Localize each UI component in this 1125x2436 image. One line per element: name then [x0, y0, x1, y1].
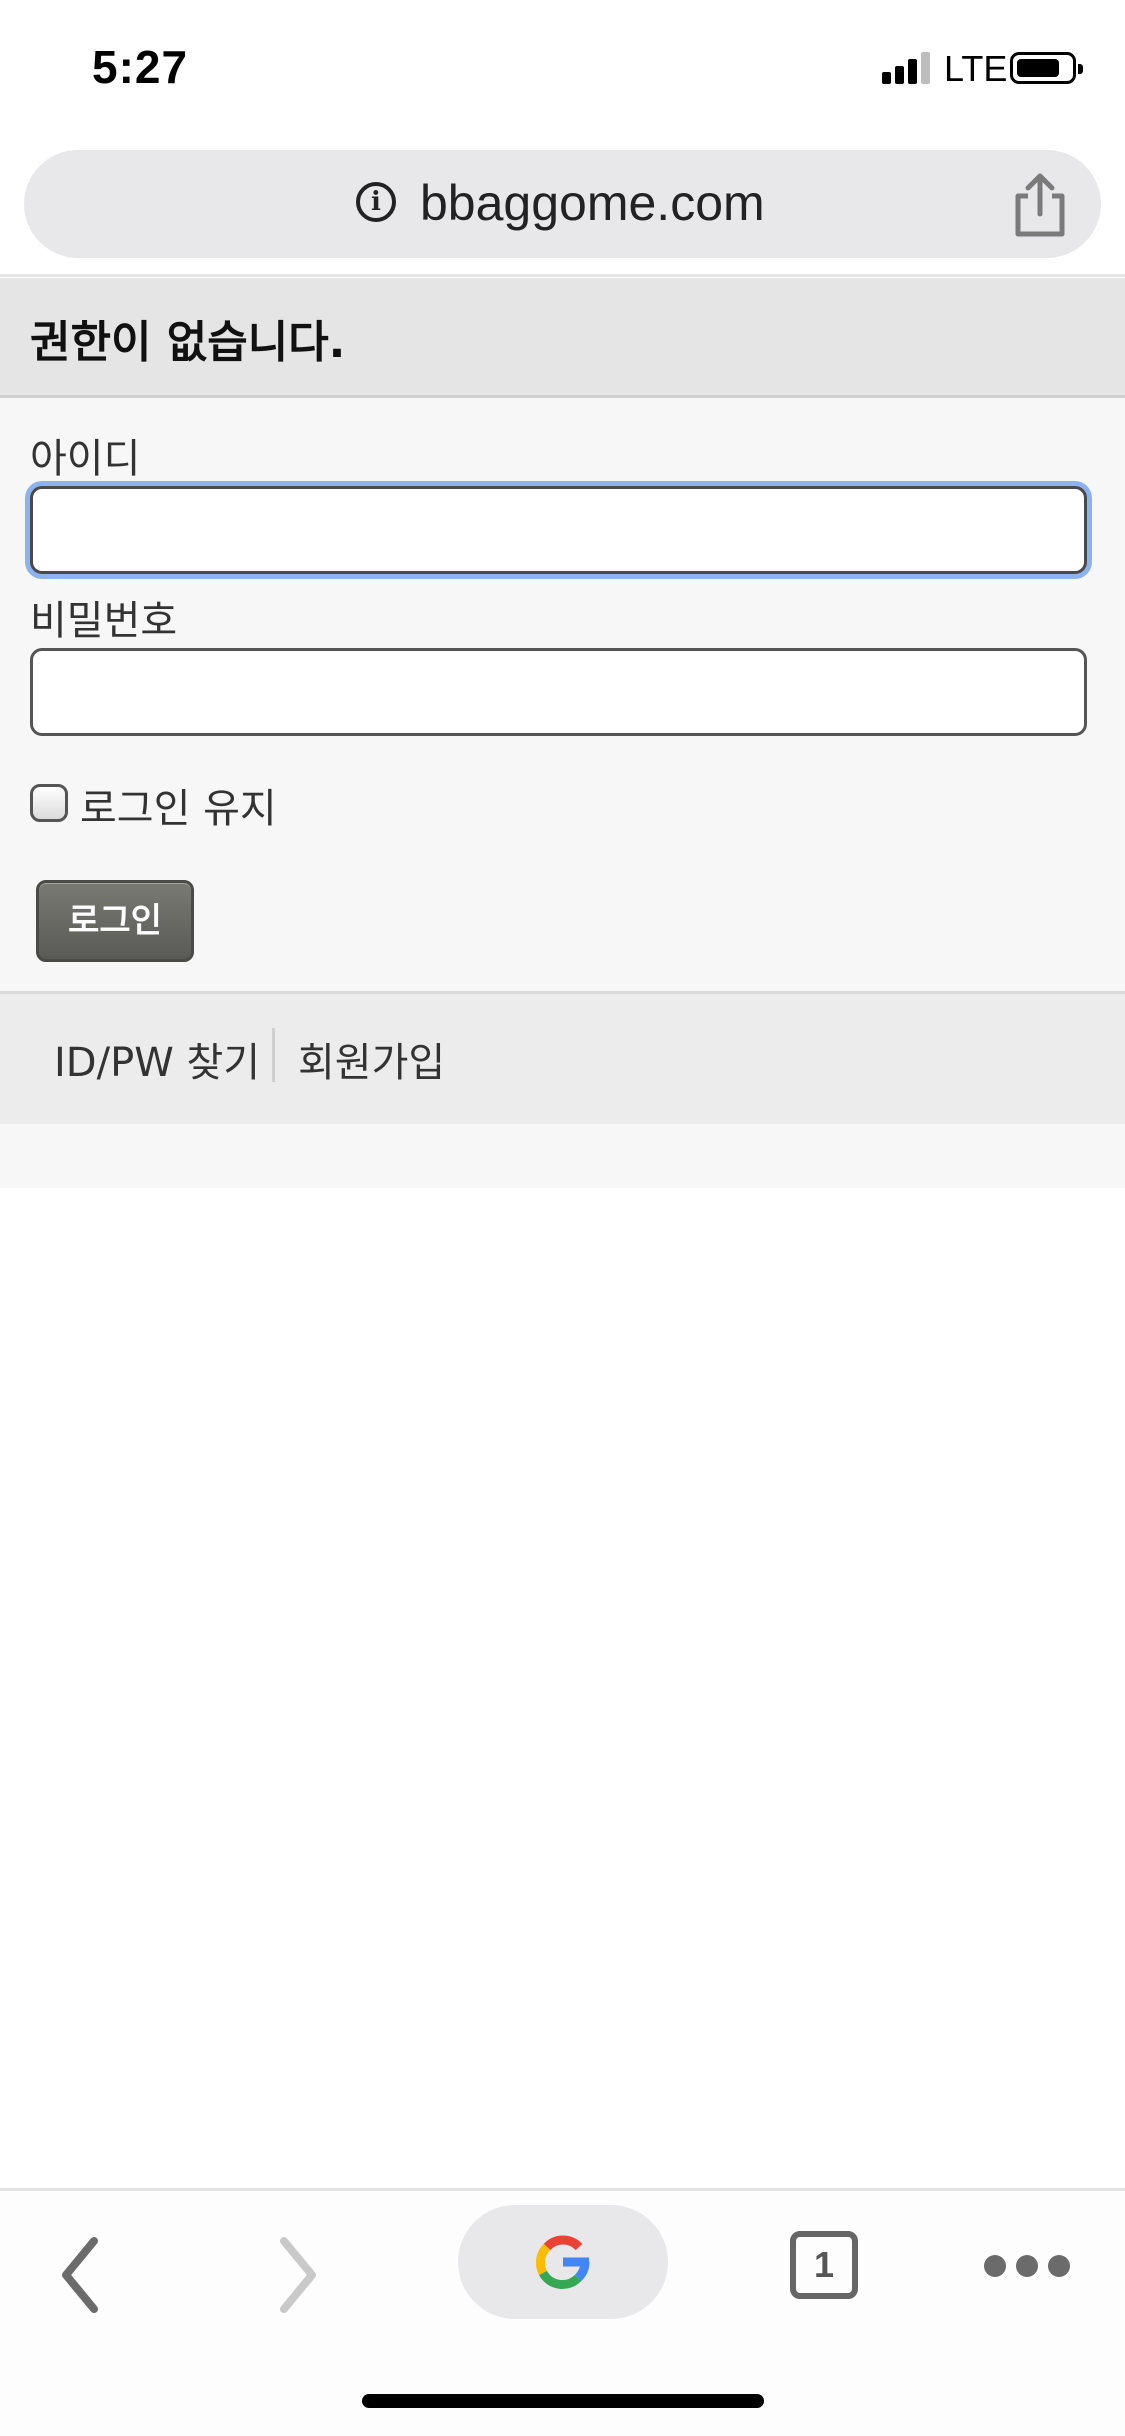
battery-icon: [1010, 52, 1083, 84]
signup-link[interactable]: 회원가입: [298, 1030, 445, 1088]
find-account-link[interactable]: ID/PW 찾기: [54, 1030, 260, 1088]
page-footer-strip: [0, 1124, 1125, 1188]
login-button[interactable]: 로그인: [36, 880, 194, 962]
share-icon[interactable]: [1008, 170, 1072, 240]
google-search-button[interactable]: [458, 2205, 668, 2319]
account-links: ID/PW 찾기 회원가입: [0, 994, 1125, 1124]
url-bar[interactable]: i bbaggome.com: [24, 150, 1101, 258]
divider: [0, 274, 1125, 277]
status-bar: 5:27 LTE: [0, 0, 1125, 140]
id-input[interactable]: [30, 486, 1087, 574]
password-label: 비밀번호: [30, 598, 178, 644]
more-icon[interactable]: [984, 2255, 1070, 2279]
network-type: LTE: [944, 48, 1008, 89]
id-label: 아이디: [30, 436, 141, 482]
forward-icon[interactable]: [270, 2227, 326, 2323]
home-indicator[interactable]: [362, 2394, 764, 2408]
status-time: 5:27: [92, 41, 189, 93]
info-icon[interactable]: i: [356, 182, 396, 222]
page-header: 권한이 없습니다.: [0, 278, 1125, 398]
tabs-icon[interactable]: 1: [790, 2231, 858, 2299]
back-icon[interactable]: [52, 2227, 108, 2323]
login-form: 아이디 비밀번호 로그인 유지 로그인: [0, 398, 1125, 994]
password-input[interactable]: [30, 648, 1087, 736]
url-text[interactable]: bbaggome.com: [420, 174, 765, 232]
keep-login-label[interactable]: 로그인 유지: [80, 776, 277, 834]
link-divider: [272, 1028, 275, 1082]
page-title: 권한이 없습니다.: [30, 317, 346, 368]
google-icon: [535, 2235, 590, 2289]
signal-icon: [882, 50, 934, 84]
keep-login-checkbox[interactable]: [30, 784, 68, 822]
